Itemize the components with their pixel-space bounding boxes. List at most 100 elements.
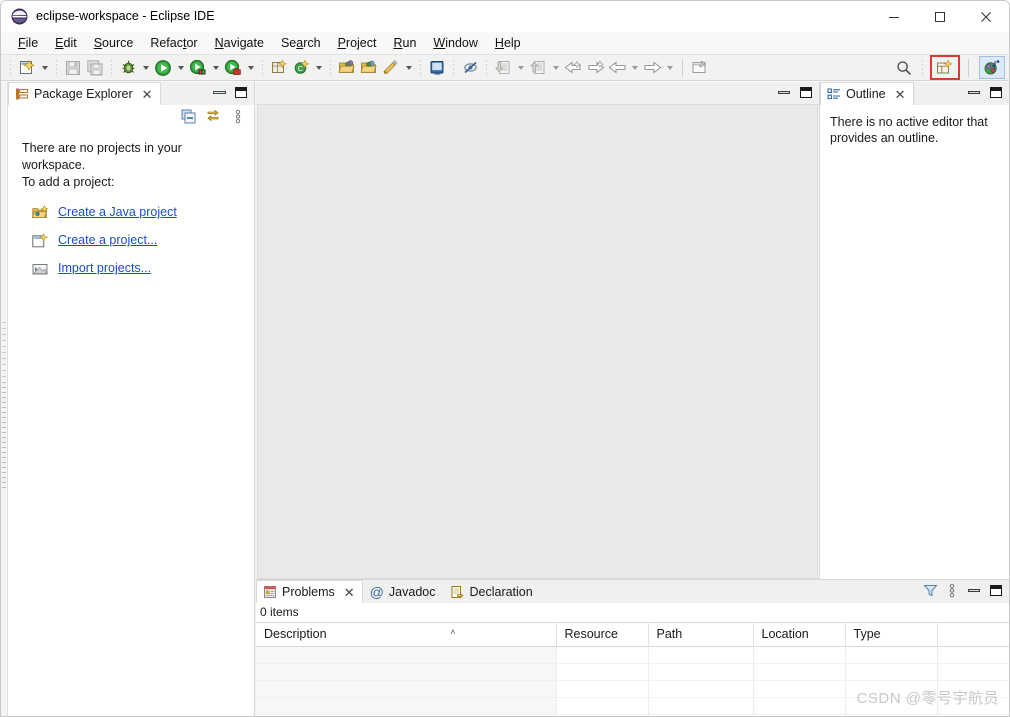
maximize-icon[interactable] [231, 83, 251, 102]
window-title: eclipse-workspace - Eclipse IDE [36, 9, 215, 23]
package-explorer-panel-controls [209, 83, 251, 102]
toolbar-separator [329, 58, 332, 77]
open-perspective-highlight [930, 55, 960, 80]
menu-refactor[interactable]: Refactor [142, 34, 206, 52]
previous-annotation-dropdown-icon[interactable] [549, 57, 562, 78]
save-all-icon[interactable] [84, 57, 106, 78]
menu-source[interactable]: Source [86, 34, 143, 52]
skip-breakpoints-icon[interactable] [380, 57, 402, 78]
close-icon[interactable]: ✕ [142, 88, 153, 101]
maximize-icon[interactable] [986, 83, 1006, 102]
import-projects-link[interactable]: Import projects... [22, 260, 240, 277]
debug-dropdown-icon[interactable] [139, 57, 152, 78]
debug-icon[interactable] [117, 57, 139, 78]
open-type-icon[interactable] [336, 57, 358, 78]
javadoc-tab-label: Javadoc [388, 585, 436, 599]
column-header-type[interactable]: Type [845, 622, 938, 647]
run-dropdown-icon[interactable] [174, 57, 187, 78]
filter-icon[interactable] [920, 581, 940, 600]
create-project-link[interactable]: Create a project... [22, 232, 240, 249]
run-coverage-dropdown-icon[interactable] [209, 57, 222, 78]
bottom-panel-controls [920, 581, 1006, 600]
new-java-project-icon [32, 204, 49, 221]
package-explorer-empty-message: There are no projects in your workspace.… [8, 128, 254, 277]
tab-problems[interactable]: Problems ✕ [256, 580, 363, 603]
minimize-button[interactable] [871, 1, 917, 32]
previous-edit-icon[interactable] [606, 57, 628, 78]
eclipse-ide-window: eclipse-workspace - Eclipse IDE File Edi… [0, 0, 1010, 717]
tab-javadoc[interactable]: @ Javadoc [362, 580, 444, 603]
table-row[interactable] [256, 680, 1009, 698]
minimize-icon[interactable] [964, 83, 984, 102]
new-java-class-icon[interactable]: C [290, 57, 312, 78]
close-icon[interactable]: ✕ [344, 586, 355, 599]
view-menu-icon[interactable] [228, 107, 248, 126]
menu-window[interactable]: Window [425, 34, 486, 52]
toolbar-separator [452, 58, 455, 77]
forward-nav-icon[interactable] [584, 57, 606, 78]
menu-project[interactable]: Project [330, 34, 386, 52]
toolbar-separator [261, 58, 264, 77]
empty-message-line-3: To add a project: [22, 175, 115, 189]
column-header-path[interactable]: Path [648, 622, 754, 647]
run-external-tools-icon[interactable] [222, 57, 244, 78]
collapse-all-icon[interactable] [178, 107, 198, 126]
run-icon[interactable] [152, 57, 174, 78]
toolbar-separator [9, 58, 12, 77]
run-coverage-icon[interactable] [187, 57, 209, 78]
view-menu-icon[interactable] [942, 581, 962, 600]
minimize-icon[interactable] [209, 83, 229, 102]
skip-breakpoints-dropdown-icon[interactable] [402, 57, 415, 78]
tab-outline[interactable]: Outline ✕ [820, 82, 914, 105]
problems-table: Description ˄ Resource Path Location Typ… [256, 622, 1009, 716]
java-perspective-icon[interactable] [979, 56, 1005, 79]
package-explorer-toolbar [8, 105, 254, 128]
create-java-project-link[interactable]: Create a Java project [22, 204, 240, 221]
menu-search[interactable]: Search [273, 34, 330, 52]
toolbar-separator [419, 58, 422, 77]
menu-file[interactable]: File [10, 34, 47, 52]
tab-package-explorer[interactable]: Package Explorer ✕ [8, 82, 161, 105]
menu-help[interactable]: Help [487, 34, 530, 52]
previous-annotation-icon[interactable] [459, 57, 481, 78]
next-annotation-dropdown-icon[interactable] [514, 57, 527, 78]
previous-annotation-up-icon[interactable] [527, 57, 549, 78]
minimize-icon[interactable] [774, 83, 794, 102]
back-nav-icon[interactable] [562, 57, 584, 78]
column-header-description[interactable]: Description ˄ [256, 622, 557, 647]
menu-edit[interactable]: Edit [47, 34, 86, 52]
maximize-button[interactable] [917, 1, 963, 32]
save-icon[interactable] [62, 57, 84, 78]
new-wizard-icon[interactable] [16, 57, 38, 78]
pin-editor-icon[interactable] [689, 57, 711, 78]
table-row[interactable] [256, 697, 1009, 715]
new-java-package-icon[interactable] [268, 57, 290, 78]
toolbar-separator [110, 58, 113, 77]
toolbar-divider [682, 58, 683, 77]
new-wizard-dropdown-icon[interactable] [38, 57, 51, 78]
table-row[interactable] [256, 646, 1009, 664]
next-edit-icon[interactable] [641, 57, 663, 78]
column-header-resource[interactable]: Resource [556, 622, 649, 647]
close-button[interactable] [963, 1, 1009, 32]
previous-edit-dropdown-icon[interactable] [628, 57, 641, 78]
table-row[interactable] [256, 663, 1009, 681]
close-icon[interactable]: ✕ [895, 88, 906, 101]
tab-declaration[interactable]: Declaration [443, 580, 541, 603]
maximize-icon[interactable] [796, 83, 816, 102]
toolbar-separator [55, 58, 58, 77]
maximize-icon[interactable] [986, 581, 1006, 600]
open-task-icon[interactable] [358, 57, 380, 78]
minimize-icon[interactable] [964, 581, 984, 600]
toggle-mark-occurrences-icon[interactable] [426, 57, 448, 78]
next-annotation-icon[interactable] [492, 57, 514, 78]
search-icon[interactable] [891, 57, 917, 79]
link-with-editor-icon[interactable] [203, 107, 223, 126]
menu-run[interactable]: Run [385, 34, 425, 52]
new-java-class-dropdown-icon[interactable] [312, 57, 325, 78]
open-perspective-icon[interactable] [933, 57, 957, 78]
column-header-location[interactable]: Location [753, 622, 846, 647]
next-edit-dropdown-icon[interactable] [663, 57, 676, 78]
run-external-tools-dropdown-icon[interactable] [244, 57, 257, 78]
menu-navigate[interactable]: Navigate [207, 34, 273, 52]
